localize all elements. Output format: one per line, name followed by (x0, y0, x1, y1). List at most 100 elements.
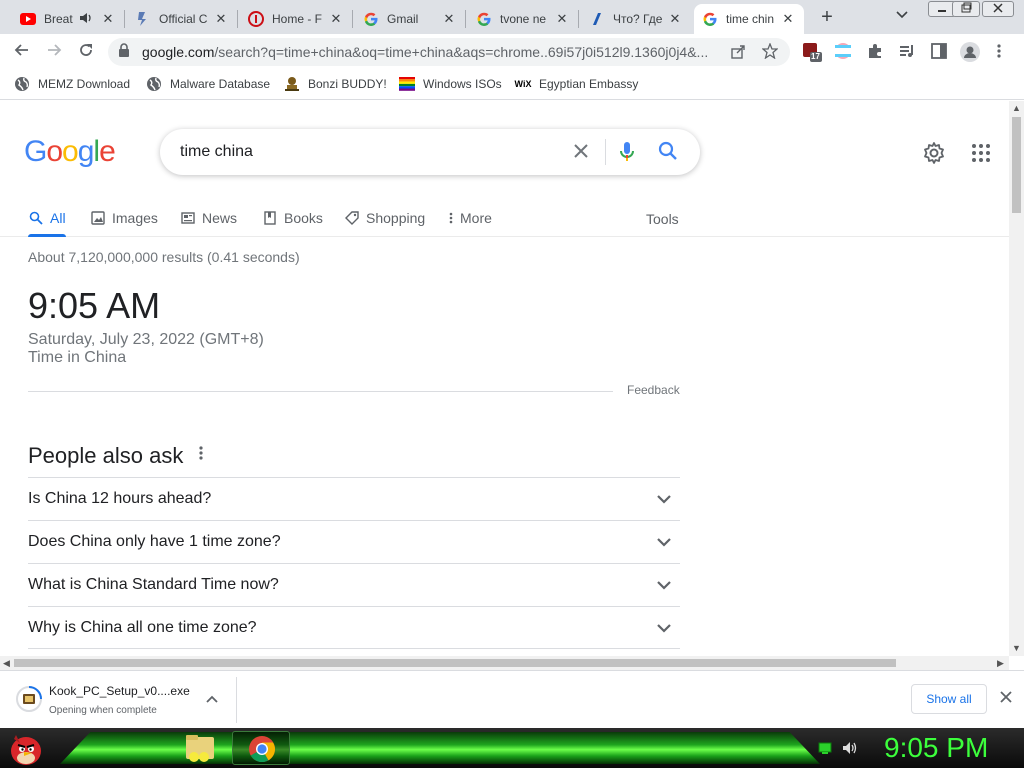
url-text[interactable]: google.com/search?q=time+china&oq=time+c… (142, 44, 717, 60)
question-row[interactable]: What is China Standard Time now? (28, 563, 680, 606)
start-button-angry-bird-icon[interactable] (6, 729, 46, 767)
share-icon[interactable] (730, 44, 746, 60)
more-options-icon[interactable] (198, 445, 214, 465)
extension-badge-count: 17 (811, 52, 820, 61)
bookmark-memz[interactable]: MEMZ Download (14, 76, 130, 92)
tab-youtube[interactable]: Breat ✕ (12, 4, 124, 34)
horizontal-scrollbar[interactable]: ◀ ▶ (0, 656, 1009, 670)
scroll-up-arrow-icon[interactable]: ▲ (1012, 103, 1021, 113)
tab-separator (352, 10, 353, 28)
reload-button[interactable] (74, 40, 98, 64)
address-bar[interactable]: google.com/search?q=time+china&oq=time+c… (108, 38, 790, 66)
scroll-left-arrow-icon[interactable]: ◀ (3, 658, 10, 669)
tab-title: Breat (44, 12, 73, 26)
maximize-button[interactable] (952, 1, 980, 17)
tab-title: Что? Где (613, 12, 663, 26)
tab-title: Home - F (272, 12, 323, 26)
search-icon (28, 210, 44, 226)
bookmark-windows-isos[interactable]: Windows ISOs (399, 76, 502, 92)
volume-tray-icon[interactable] (842, 741, 857, 755)
question-row[interactable]: Why is China all one time zone? (28, 606, 680, 649)
media-control-icon[interactable] (898, 42, 918, 62)
divider (605, 139, 606, 165)
question-row[interactable]: Does China only have 1 time zone? (28, 520, 680, 563)
result-stats: About 7,120,000,000 results (0.41 second… (28, 249, 300, 265)
tab-all[interactable]: All (28, 205, 66, 237)
tab-label: Books (284, 210, 323, 226)
arrow-right-icon (48, 44, 62, 56)
lock-icon[interactable] (118, 42, 132, 62)
tools-button[interactable]: Tools (646, 211, 679, 227)
microphone-icon[interactable] (620, 141, 640, 163)
bookmark-malware-db[interactable]: Malware Database (146, 76, 270, 92)
tab-tvone[interactable]: tvone ne ✕ (468, 4, 578, 34)
download-filename[interactable]: Kook_PC_Setup_v0....exe (49, 684, 190, 698)
chevron-down-icon (657, 623, 671, 633)
tab-books[interactable]: Books (262, 205, 323, 231)
clear-icon[interactable] (570, 141, 592, 163)
tab-more[interactable]: More (448, 205, 492, 231)
close-window-button[interactable] (982, 1, 1014, 17)
extension-badge-icon[interactable]: 17 (802, 42, 822, 62)
close-icon[interactable] (996, 689, 1016, 709)
show-all-button[interactable]: Show all (911, 684, 987, 714)
opera-icon (248, 11, 264, 27)
battery-tray-icon[interactable] (818, 741, 832, 755)
tab-images[interactable]: Images (90, 205, 158, 231)
tab-shopping[interactable]: Shopping (344, 205, 425, 231)
search-input[interactable] (180, 141, 560, 163)
flag-extension-icon[interactable] (834, 42, 854, 62)
tab-gmail[interactable]: Gmail ✕ (355, 4, 465, 34)
scroll-right-arrow-icon[interactable]: ▶ (997, 658, 1004, 669)
close-icon[interactable]: ✕ (667, 11, 683, 27)
close-icon[interactable]: ✕ (554, 11, 570, 27)
bookmark-label: Windows ISOs (423, 77, 502, 91)
taskbar-band (60, 732, 820, 764)
taskbar-chrome-icon[interactable] (232, 731, 290, 765)
taskbar-folder-icon[interactable] (180, 731, 238, 765)
bookmark-label: Bonzi BUDDY! (308, 77, 387, 91)
close-icon[interactable]: ✕ (100, 11, 116, 27)
google-apps-icon[interactable] (971, 143, 991, 163)
logo-letter: o (62, 135, 79, 168)
scrollbar-thumb[interactable] (14, 659, 896, 667)
close-icon[interactable]: ✕ (213, 11, 229, 27)
scroll-down-arrow-icon[interactable]: ▼ (1012, 643, 1021, 653)
globe-icon (146, 76, 162, 92)
bookmark-bonzi[interactable]: Bonzi BUDDY! (284, 76, 387, 92)
vertical-scrollbar[interactable]: ▲ ▼ (1009, 101, 1024, 656)
site-icon (135, 11, 151, 27)
taskbar-clock[interactable]: 9:05 PM (884, 732, 988, 764)
close-icon[interactable]: ✕ (441, 11, 457, 27)
tab-official[interactable]: Official C ✕ (127, 4, 237, 34)
extensions-puzzle-icon[interactable] (866, 42, 886, 62)
search-icon[interactable] (658, 141, 680, 163)
chevron-up-icon[interactable] (204, 691, 220, 707)
download-progress-icon[interactable] (16, 686, 42, 712)
back-button[interactable] (10, 40, 34, 64)
chrome-menu-icon[interactable] (996, 42, 1016, 62)
forward-button[interactable] (42, 40, 66, 64)
side-panel-icon[interactable] (930, 42, 950, 62)
tab-chto-gde[interactable]: Что? Где ✕ (581, 4, 691, 34)
speaker-icon[interactable] (80, 12, 94, 27)
tab-search-icon[interactable] (896, 8, 908, 22)
bookmark-star-icon[interactable] (761, 42, 779, 60)
question-text: Why is China all one time zone? (28, 618, 257, 636)
logo-letter: e (99, 135, 116, 168)
tab-home[interactable]: Home - F ✕ (240, 4, 352, 34)
scrollbar-thumb[interactable] (1012, 117, 1021, 213)
close-icon[interactable]: ✕ (328, 11, 344, 27)
feedback-link[interactable]: Feedback (627, 383, 680, 397)
reload-icon (80, 44, 92, 56)
search-box (160, 129, 700, 175)
close-icon[interactable]: ✕ (780, 11, 796, 27)
google-logo[interactable]: Google (24, 135, 116, 169)
profile-avatar-icon[interactable] (960, 42, 980, 62)
bookmark-egyptian-embassy[interactable]: WiX Egyptian Embassy (515, 76, 639, 92)
tab-news[interactable]: News (180, 205, 237, 231)
new-tab-button[interactable]: + (815, 6, 839, 30)
settings-gear-icon[interactable] (922, 141, 946, 165)
question-row[interactable]: Is China 12 hours ahead? (28, 477, 680, 520)
tab-time-china[interactable]: time chin ✕ (694, 4, 804, 34)
